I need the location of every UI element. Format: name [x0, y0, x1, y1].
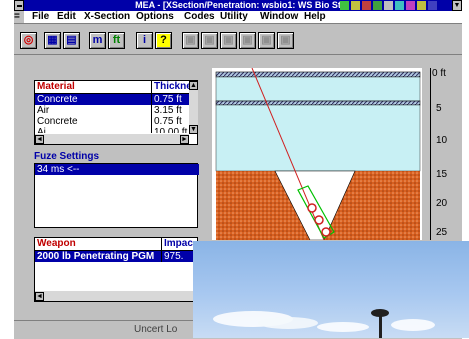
material-hscroll[interactable] — [35, 134, 189, 144]
table-row-thickness[interactable]: 10.00 ft — [151, 127, 192, 133]
tool-icon-7[interactable] — [406, 1, 415, 10]
scroll-left-arrow-icon[interactable]: ◄ — [35, 135, 44, 144]
menu-edit[interactable]: Edit — [57, 11, 76, 23]
window-title: MEA - [XSection/Penetration: wsbio1: WS … — [135, 0, 341, 10]
air-layer-2 — [215, 104, 421, 172]
info-icon[interactable]: i — [136, 32, 153, 49]
help-icon[interactable]: ? — [155, 32, 172, 49]
weapon-table[interactable]: Weapon Impac 2000 lb Penetrating PGM 975… — [34, 237, 202, 302]
tool-icon-1[interactable] — [340, 1, 349, 10]
title-icons — [340, 1, 450, 10]
menu-window[interactable]: Window — [260, 11, 298, 23]
table-row-thickness[interactable]: 0.75 ft — [151, 116, 192, 127]
weapon-hscroll[interactable] — [35, 291, 197, 301]
table-row-material[interactable]: Concrete — [35, 94, 153, 105]
depth-tick-label: 15 — [436, 169, 448, 180]
table-icon[interactable]: ▦ — [44, 32, 61, 49]
disabled-tool-1-icon: ▣ — [182, 32, 199, 49]
table-row-material[interactable]: Ai — [35, 127, 153, 133]
doc-system-menu[interactable]: = — [14, 11, 24, 23]
depth-marker-icon — [307, 203, 317, 213]
depth-tick-label: 10 — [436, 135, 448, 146]
material-header: Material — [35, 81, 153, 94]
disabled-tool-3-icon: ▣ — [220, 32, 237, 49]
scroll-down-arrow-icon[interactable]: ▼ — [189, 125, 198, 134]
tool-icon-9[interactable] — [428, 1, 437, 10]
photo-overlay — [193, 241, 469, 338]
tool-icon-2[interactable] — [351, 1, 360, 10]
depth-tick-label: 25 — [436, 227, 448, 238]
disabled-tool-6-icon: ▣ — [277, 32, 294, 49]
system-menu-button[interactable] — [14, 0, 24, 11]
material-table[interactable]: Material Thickne Concrete 0.75 ft Air 3.… — [34, 80, 198, 145]
scroll-right-arrow-icon[interactable]: ► — [180, 135, 189, 144]
fuze-list[interactable]: 34 ms <-- — [34, 163, 199, 228]
sky-photo-image — [213, 309, 435, 338]
status-text: Uncert Lo — [134, 324, 178, 335]
cross-section-diagram[interactable] — [212, 68, 422, 240]
minimize-button[interactable]: ▼ — [452, 0, 462, 11]
top-concrete-layer — [215, 71, 421, 78]
menu-file[interactable]: File — [32, 11, 49, 23]
disabled-tool-5-icon: ▣ — [258, 32, 275, 49]
tool-icon-4[interactable] — [373, 1, 382, 10]
disabled-tool-2-icon: ▣ — [201, 32, 218, 49]
meters-button[interactable]: m — [89, 32, 106, 49]
grid-icon[interactable]: ▤ — [63, 32, 80, 49]
target-icon[interactable]: ◎ — [20, 32, 37, 49]
menu-help[interactable]: Help — [304, 11, 326, 23]
disabled-tool-4-icon: ▣ — [239, 32, 256, 49]
tool-icon-8[interactable] — [417, 1, 426, 10]
air-layer-1 — [215, 76, 421, 102]
fuze-settings-label: Fuze Settings — [34, 151, 100, 162]
scroll-up-arrow-icon[interactable]: ▲ — [189, 81, 198, 90]
table-row-thickness[interactable]: 0.75 ft — [151, 94, 192, 105]
thickness-header: Thickne — [151, 81, 192, 94]
toolbar: ◎ ▦ ▤ m ft i ? ▣ ▣ ▣ ▣ ▣ ▣ — [14, 24, 462, 55]
depth-marker-icon — [321, 227, 331, 237]
feet-button[interactable]: ft — [108, 32, 125, 49]
menu-options[interactable]: Options — [136, 11, 174, 23]
tool-icon-3[interactable] — [362, 1, 371, 10]
depth-axis-line — [430, 68, 431, 240]
tool-icon-6[interactable] — [395, 1, 404, 10]
table-row-material[interactable]: Concrete — [35, 116, 153, 127]
menu-xsection[interactable]: X-Section — [84, 11, 130, 23]
table-row-weapon[interactable]: 2000 lb Penetrating PGM — [35, 251, 163, 262]
tool-icon-5[interactable] — [384, 1, 393, 10]
depth-tick-label: 5 — [436, 103, 442, 114]
depth-marker-icon — [314, 215, 324, 225]
scroll-left-arrow-icon[interactable]: ◄ — [35, 292, 44, 301]
menu-utility[interactable]: Utility — [220, 11, 248, 23]
table-row-thickness[interactable]: 3.15 ft — [151, 105, 192, 116]
table-row-material[interactable]: Air — [35, 105, 153, 116]
depth-tick-label: 20 — [436, 198, 448, 209]
list-item[interactable]: 34 ms <-- — [35, 164, 199, 175]
mid-concrete-layer — [215, 100, 421, 106]
weapon-header: Weapon — [35, 238, 163, 251]
menu-codes[interactable]: Codes — [184, 11, 215, 23]
menu-bar: = File Edit X-Section Options Codes Util… — [14, 11, 462, 24]
depth-tick-label: 0 ft — [432, 68, 446, 79]
